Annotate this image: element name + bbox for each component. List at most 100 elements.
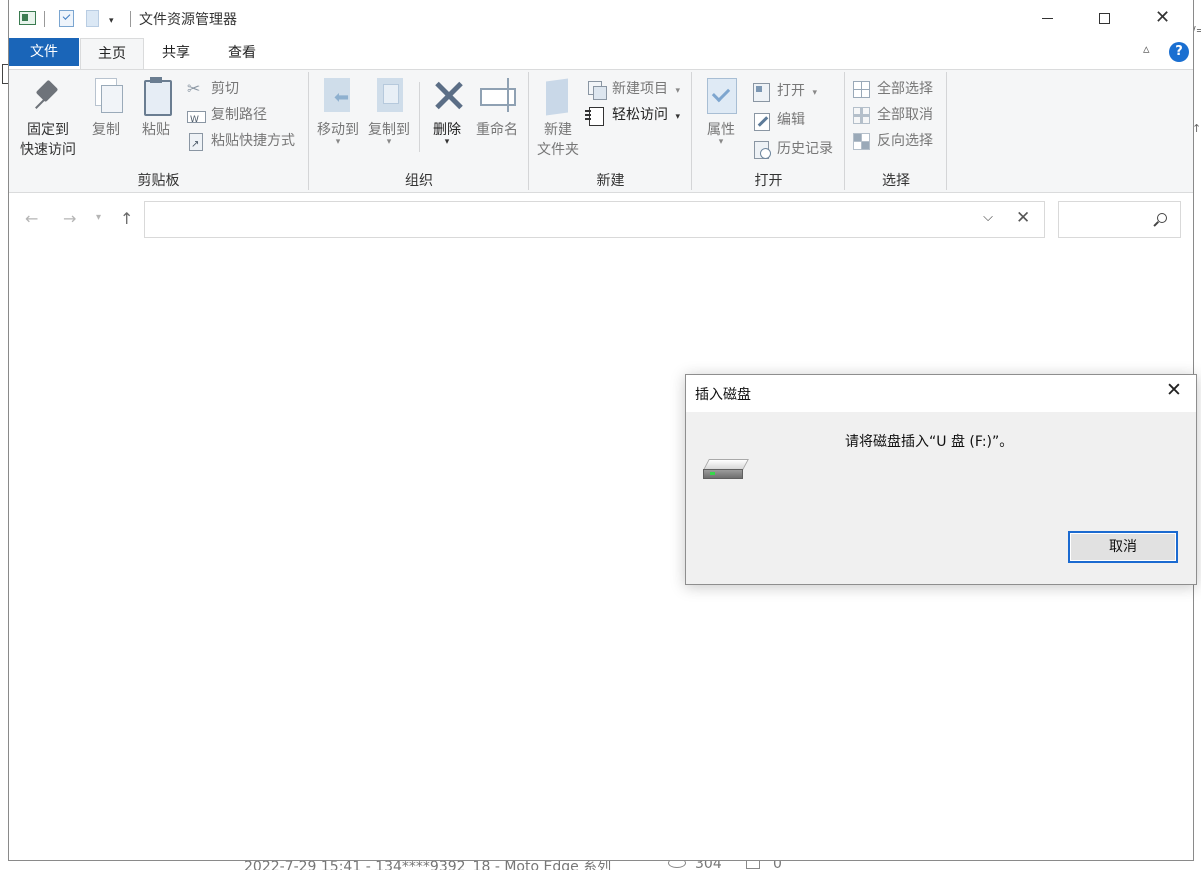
explorer-app-icon[interactable]: [19, 11, 36, 25]
insert-disk-dialog: 插入磁盘 ✕ 请将磁盘插入“U 盘 (F:)”。 取消: [685, 374, 1197, 585]
search-input[interactable]: [1058, 201, 1181, 238]
minimize-button[interactable]: [1018, 0, 1076, 38]
easy-access-button[interactable]: 轻松访问 ▾: [585, 104, 680, 128]
close-icon: ✕: [1155, 7, 1171, 28]
select-group-label: 选择: [882, 173, 910, 189]
organize-group: 移动到 ▾ 复制到 ▾ 删除 ▾ 重命名 组织: [310, 72, 529, 190]
ribbon-tab-bar: 文件 主页 共享 查看 ▵ ?: [9, 38, 1193, 70]
properties-icon: [703, 76, 739, 116]
invert-selection-button[interactable]: 反向选择: [853, 130, 933, 154]
new-folder-button[interactable]: 新建 文件夹: [534, 76, 582, 160]
close-icon[interactable]: ✕: [1166, 381, 1182, 400]
clipboard-group: 固定到 快速访问 复制 粘贴 剪切 复制路径 粘贴快捷方式: [9, 72, 309, 190]
delete-icon: [429, 76, 465, 116]
new-folder-quick-icon[interactable]: [86, 10, 99, 27]
close-button[interactable]: ✕: [1135, 0, 1193, 38]
copy-to-button[interactable]: 复制到 ▾: [365, 76, 413, 152]
new-group: 新建 文件夹 新建项目 ▾ 轻松访问 ▾ 新建: [530, 72, 692, 190]
ribbon: 固定到 快速访问 复制 粘贴 剪切 复制路径 粘贴快捷方式: [9, 69, 1193, 193]
select-all-label: 全部选择: [877, 81, 933, 97]
open-icon: [753, 83, 770, 102]
history-button[interactable]: 历史记录: [753, 138, 833, 162]
open-label: 打开: [777, 83, 805, 99]
chevron-down-icon: ▾: [812, 88, 817, 98]
customize-quick-access-icon[interactable]: ▾: [109, 16, 114, 26]
tab-file[interactable]: 文件: [9, 38, 79, 66]
new-folder-icon: [540, 76, 576, 116]
pin-icon: [30, 76, 66, 116]
open-group-label: 打开: [754, 173, 783, 189]
new-item-label: 新建项目: [612, 81, 668, 97]
chevron-down-icon: ▾: [675, 112, 680, 122]
select-none-icon: [853, 107, 870, 124]
move-to-button[interactable]: 移动到 ▾: [315, 76, 361, 152]
rename-button[interactable]: 重命名: [473, 76, 521, 140]
close-icon: ✕: [1016, 208, 1031, 228]
paste-button[interactable]: 粘贴: [137, 76, 175, 140]
select-none-button[interactable]: 全部取消: [853, 104, 933, 128]
recent-locations-icon[interactable]: ▾: [96, 212, 101, 223]
scissors-icon: [187, 78, 204, 100]
pin-label-line2: 快速访问: [20, 142, 76, 158]
select-all-button[interactable]: 全部选择: [853, 78, 933, 102]
copy-to-icon: [371, 76, 407, 116]
cut-label: 剪切: [211, 81, 239, 97]
chevron-down-icon: ▾: [675, 86, 680, 96]
paste-shortcut-button[interactable]: 粘贴快捷方式: [187, 130, 295, 156]
cancel-button[interactable]: 取消: [1068, 531, 1178, 563]
back-arrow-icon[interactable]: ←: [25, 209, 38, 228]
address-clear-button[interactable]: ✕: [1003, 201, 1045, 238]
new-folder-label-line1: 新建: [544, 122, 572, 138]
select-none-label: 全部取消: [877, 107, 933, 123]
search-icon: [1157, 213, 1167, 223]
up-arrow-icon[interactable]: ↑: [120, 209, 133, 228]
history-label: 历史记录: [777, 141, 833, 157]
forward-arrow-icon[interactable]: →: [63, 209, 76, 228]
invert-selection-icon: [853, 133, 870, 150]
title-bar: ▾ 文件资源管理器 ✕: [9, 0, 1193, 38]
window-title: 文件资源管理器: [139, 12, 237, 28]
properties-button[interactable]: 属性 ▾: [699, 76, 743, 152]
quick-access-separator: [130, 11, 131, 27]
delete-button[interactable]: 删除 ▾: [427, 76, 467, 152]
open-button[interactable]: 打开 ▾: [753, 80, 817, 104]
properties-quick-icon[interactable]: [59, 10, 74, 27]
clipboard-icon: [138, 76, 174, 116]
chevron-up-icon[interactable]: ▵: [1143, 42, 1150, 57]
tab-view[interactable]: 查看: [214, 38, 270, 70]
new-group-label: 新建: [596, 173, 625, 189]
edit-button[interactable]: 编辑: [753, 109, 805, 133]
edit-icon: [753, 112, 770, 131]
pin-to-quick-access-button[interactable]: 固定到 快速访问: [17, 76, 79, 160]
paste-shortcut-label: 粘贴快捷方式: [211, 133, 295, 149]
easy-access-icon: [585, 107, 605, 126]
easy-access-label: 轻松访问: [612, 107, 668, 123]
clipboard-group-label: 剪贴板: [137, 173, 180, 189]
organize-group-label: 组织: [405, 173, 433, 189]
copy-button[interactable]: 复制: [87, 76, 125, 140]
dialog-message: 请将磁盘插入“U 盘 (F:)”。: [845, 434, 1014, 450]
address-bar[interactable]: ⌵: [144, 201, 1004, 238]
new-folder-label-line2: 文件夹: [537, 142, 579, 158]
new-item-icon: [588, 81, 607, 100]
tab-home[interactable]: 主页: [80, 38, 144, 70]
invert-selection-label: 反向选择: [877, 133, 933, 149]
chevron-down-icon[interactable]: ⌵: [983, 210, 993, 225]
organize-divider: [419, 82, 420, 152]
move-to-icon: [320, 76, 356, 116]
copy-icon: [88, 76, 124, 116]
help-icon[interactable]: ?: [1169, 42, 1189, 62]
new-item-button[interactable]: 新建项目 ▾: [588, 78, 680, 102]
select-all-icon: [853, 81, 870, 98]
usb-drive-icon: [703, 459, 749, 481]
cut-button[interactable]: 剪切: [187, 78, 239, 102]
copy-path-button[interactable]: 复制路径: [187, 104, 267, 131]
maximize-icon: [1099, 13, 1110, 24]
copy-label: 复制: [92, 122, 120, 138]
maximize-button[interactable]: [1076, 0, 1134, 38]
quick-access-separator: [44, 11, 45, 27]
shortcut-icon: [187, 133, 204, 156]
history-icon: [753, 141, 771, 159]
tab-share[interactable]: 共享: [146, 38, 206, 70]
edit-label: 编辑: [777, 112, 805, 128]
